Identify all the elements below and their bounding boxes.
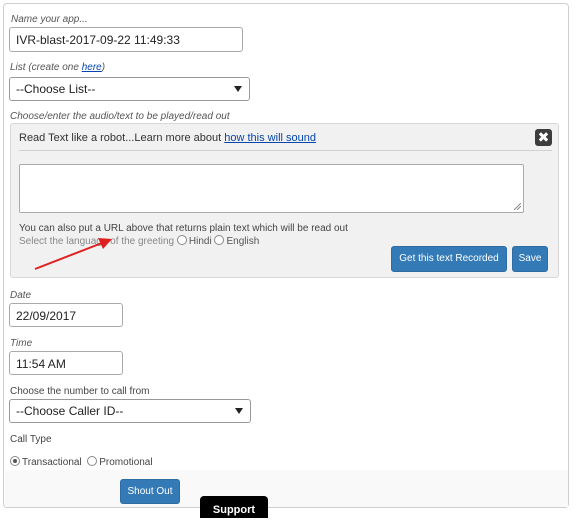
save-button[interactable]: Save [512, 246, 548, 272]
caller-select-value: --Choose Caller ID-- [16, 404, 124, 418]
list-select-value: --Choose List-- [16, 82, 96, 96]
list-label: List (create one here) [10, 62, 105, 73]
close-icon[interactable]: ✖ [535, 129, 552, 146]
hindi-radio[interactable] [176, 235, 187, 245]
call-type-label: Call Type [10, 434, 52, 445]
support-button[interactable]: Support [200, 496, 268, 518]
shout-out-button[interactable]: Shout Out [120, 479, 180, 504]
footer-area [5, 470, 568, 507]
panel-divider [19, 150, 552, 151]
create-list-link[interactable]: here [82, 62, 102, 73]
resize-handle-icon[interactable] [514, 203, 521, 210]
promotional-label: Promotional [99, 457, 153, 468]
app-name-label: Name your app... [11, 14, 88, 25]
speech-text-input[interactable] [19, 164, 524, 213]
panel-heading: Read Text like a robot...Learn more abou… [19, 132, 316, 144]
date-label: Date [10, 290, 32, 301]
call-type-row: Transactional Promotional [10, 456, 559, 470]
caller-id-select[interactable]: --Choose Caller ID-- [9, 399, 251, 423]
chevron-down-icon [235, 408, 243, 414]
date-input[interactable]: 22/09/2017 [9, 303, 123, 327]
transactional-radio[interactable] [10, 456, 20, 466]
panel-heading-text: Read Text like a robot...Learn more abou… [19, 132, 225, 144]
list-select[interactable]: --Choose List-- [9, 77, 250, 101]
transactional-label: Transactional [22, 457, 82, 468]
time-input[interactable]: 11:54 AM [9, 351, 123, 375]
hindi-label: Hindi [188, 236, 212, 247]
chevron-down-icon [234, 86, 242, 92]
english-radio[interactable] [214, 235, 225, 245]
promotional-radio[interactable] [87, 456, 98, 466]
how-it-sounds-link[interactable]: how this will sound [224, 132, 316, 144]
record-text-button[interactable]: Get this text Recorded [391, 246, 507, 272]
app-name-input[interactable]: IVR-blast-2017-09-22 11:49:33 [9, 27, 243, 52]
time-label: Time [10, 338, 33, 349]
caller-label: Choose the number to call from [10, 386, 150, 397]
list-label-close: ) [101, 62, 106, 73]
audio-label: Choose/enter the audio/text to be played… [10, 111, 230, 122]
annotation-arrow-icon [34, 238, 112, 270]
list-label-text: List (create one [10, 62, 82, 73]
english-label: English [226, 236, 260, 247]
